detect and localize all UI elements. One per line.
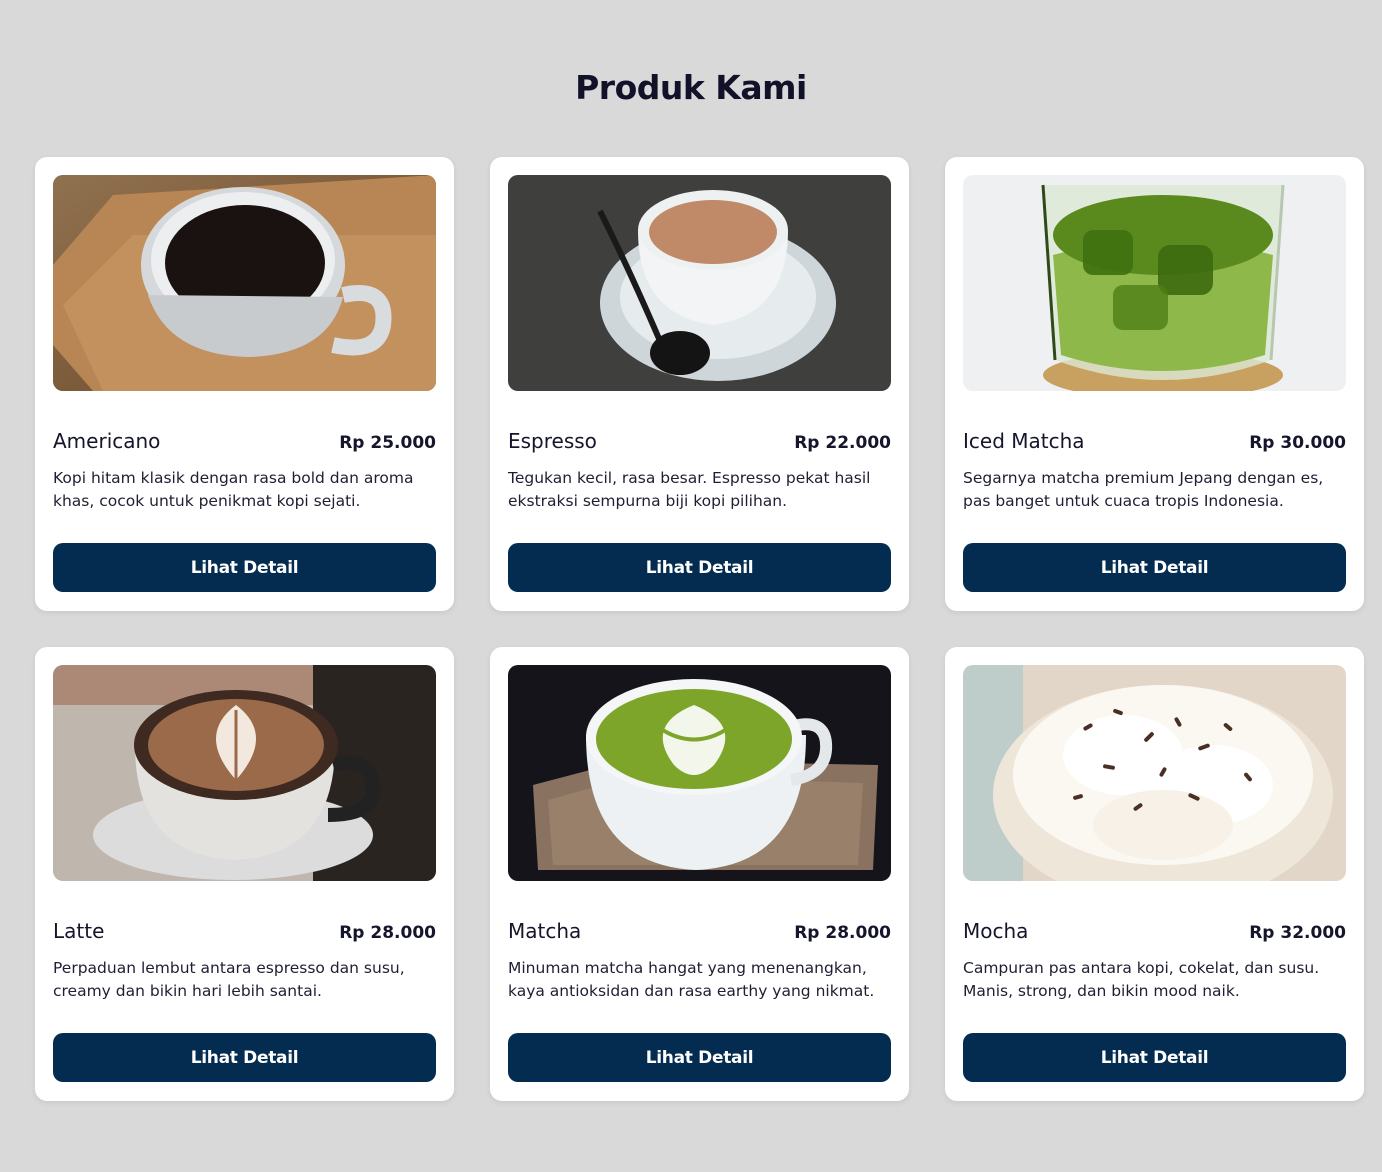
latte-photo <box>53 665 436 881</box>
product-name: Mocha <box>963 919 1029 943</box>
espresso-photo <box>508 175 891 391</box>
mocha-photo <box>963 665 1346 881</box>
product-name: Americano <box>53 429 161 453</box>
iced-matcha-photo <box>963 175 1346 391</box>
product-card-latte: Latte Rp 28.000 Perpaduan lembut antara … <box>35 647 454 1101</box>
card-header: Matcha Rp 28.000 <box>508 919 891 943</box>
product-description: Perpaduan lembut antara espresso dan sus… <box>53 959 405 1000</box>
product-grid: Americano Rp 25.000 Kopi hitam klasik de… <box>35 157 1364 1101</box>
product-description: Tegukan kecil, rasa besar. Espresso peka… <box>508 469 871 510</box>
detail-button-matcha[interactable]: Lihat Detail <box>508 1033 891 1082</box>
product-description: Campuran pas antara kopi, cokelat, dan s… <box>963 959 1320 1000</box>
product-description: Minuman matcha hangat yang menenangkan, … <box>508 959 875 1000</box>
card-header: Iced Matcha Rp 30.000 <box>963 429 1346 453</box>
detail-button-mocha[interactable]: Lihat Detail <box>963 1033 1346 1082</box>
product-description: Segarnya matcha premium Jepang dengan es… <box>963 469 1324 510</box>
card-header: Latte Rp 28.000 <box>53 919 436 943</box>
product-card-espresso: Espresso Rp 22.000 Tegukan kecil, rasa b… <box>490 157 909 611</box>
product-price: Rp 32.000 <box>1249 923 1346 943</box>
product-price: Rp 25.000 <box>339 433 436 453</box>
detail-button-latte[interactable]: Lihat Detail <box>53 1033 436 1082</box>
product-card-americano: Americano Rp 25.000 Kopi hitam klasik de… <box>35 157 454 611</box>
page-title: Produk Kami <box>575 68 807 107</box>
detail-button-americano[interactable]: Lihat Detail <box>53 543 436 592</box>
product-name: Latte <box>53 919 105 943</box>
card-header: Espresso Rp 22.000 <box>508 429 891 453</box>
product-name: Espresso <box>508 429 597 453</box>
card-header: Americano Rp 25.000 <box>53 429 436 453</box>
product-price: Rp 22.000 <box>794 433 891 453</box>
product-card-iced-matcha: Iced Matcha Rp 30.000 Segarnya matcha pr… <box>945 157 1364 611</box>
product-description: Kopi hitam klasik dengan rasa bold dan a… <box>53 469 414 510</box>
product-price: Rp 28.000 <box>794 923 891 943</box>
product-price: Rp 30.000 <box>1249 433 1346 453</box>
product-name: Iced Matcha <box>963 429 1085 453</box>
detail-button-espresso[interactable]: Lihat Detail <box>508 543 891 592</box>
product-card-mocha: Mocha Rp 32.000 Campuran pas antara kopi… <box>945 647 1364 1101</box>
product-card-matcha: Matcha Rp 28.000 Minuman matcha hangat y… <box>490 647 909 1101</box>
product-name: Matcha <box>508 919 582 943</box>
americano-photo <box>53 175 436 391</box>
matcha-photo <box>508 665 891 881</box>
detail-button-iced-matcha[interactable]: Lihat Detail <box>963 543 1346 592</box>
product-price: Rp 28.000 <box>339 923 436 943</box>
card-header: Mocha Rp 32.000 <box>963 919 1346 943</box>
